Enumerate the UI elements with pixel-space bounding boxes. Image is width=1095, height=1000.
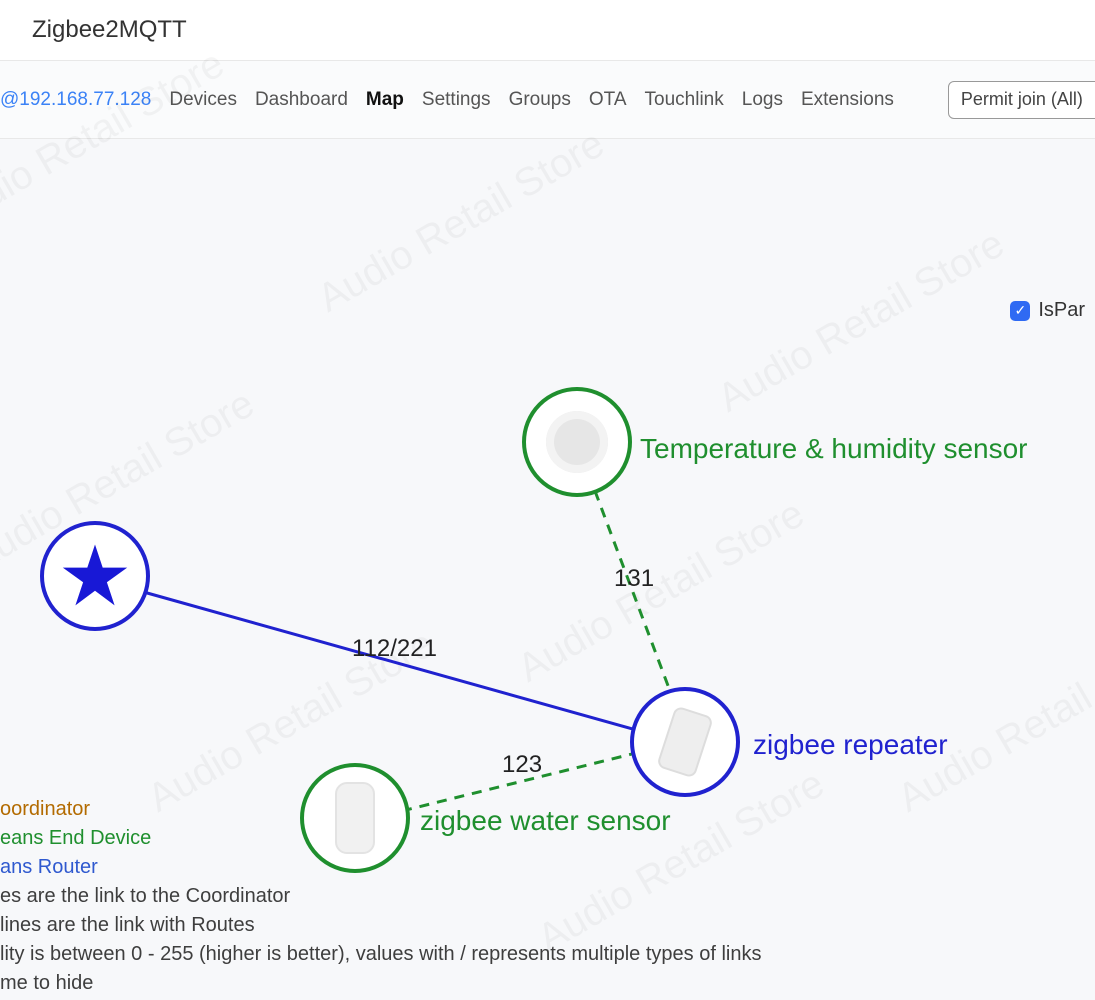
main-navbar: @192.168.77.128 Devices Dashboard Map Se… [0,60,1095,139]
nav-extensions[interactable]: Extensions [801,89,894,111]
legend-router: ans Router [0,853,761,882]
nav-settings[interactable]: Settings [422,89,491,111]
node-repeater[interactable] [630,687,740,797]
legend-line1: es are the link to the Coordinator [0,882,761,911]
watermark: Audio Retail Store [310,121,612,321]
checkbox-checked-icon[interactable]: ✓ [1010,301,1030,321]
map-legend: oordinator eans End Device ans Router es… [0,795,761,998]
permit-join-select[interactable]: Permit join (All) ▾ [948,81,1095,119]
legend-line3: lity is between 0 - 255 (higher is bette… [0,940,761,969]
nav-ota[interactable]: OTA [589,89,627,111]
edge-label-water-repeater: 123 [502,751,542,779]
permit-join-label[interactable]: Permit join (All) [948,81,1095,119]
temp-sensor-icon [546,411,608,473]
label-repeater: zigbee repeater [753,729,948,761]
star-icon [60,541,130,611]
nav-groups[interactable]: Groups [509,89,571,111]
edge-label-coord-repeater: 112/221 [352,635,437,663]
nav-touchlink[interactable]: Touchlink [645,89,724,111]
app-title: Zigbee2MQTT [32,16,187,44]
usb-dongle-icon [656,705,714,778]
legend-line2: lines are the link with Routes [0,911,761,940]
label-temp-humidity: Temperature & humidity sensor [640,433,1028,465]
host-label[interactable]: @192.168.77.128 [0,89,151,111]
nav-dashboard[interactable]: Dashboard [255,89,348,111]
nav-logs[interactable]: Logs [742,89,783,111]
ispar-option[interactable]: ✓ IsPar [1010,299,1085,322]
edge-label-temp-repeater: 131 [614,565,654,593]
node-coordinator[interactable] [40,521,150,631]
watermark: Audio Retail Store [890,621,1095,821]
node-temp-humidity[interactable] [522,387,632,497]
app-header: Zigbee2MQTT [0,0,1095,60]
watermark: Audio Retail Store [510,491,812,691]
legend-enddevice: eans End Device [0,824,761,853]
nav-devices[interactable]: Devices [169,89,237,111]
legend-line4: me to hide [0,969,761,998]
ispar-label: IsPar [1038,299,1085,322]
legend-coordinator: oordinator [0,795,761,824]
network-map-canvas[interactable]: Audio Retail Store Audio Retail Store Au… [0,139,1095,1000]
watermark: Audio Retail Store [710,221,1012,421]
nav-map[interactable]: Map [366,89,404,111]
